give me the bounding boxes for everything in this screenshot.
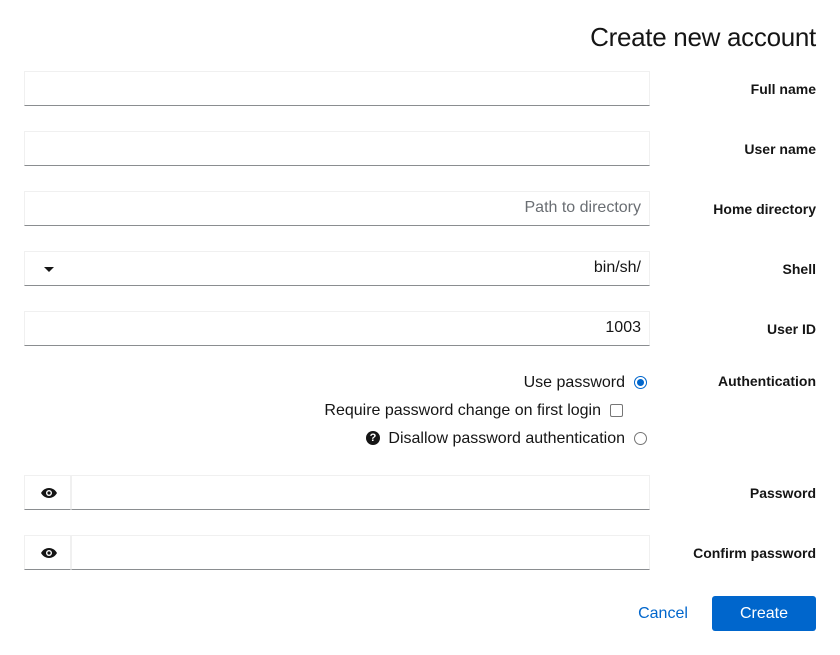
authentication-label: Authentication: [718, 373, 816, 389]
home-directory-placeholder: Path to directory: [524, 199, 642, 216]
full-name-label: Full name: [750, 81, 816, 97]
confirm-password-input[interactable]: [71, 535, 650, 570]
password-input[interactable]: [71, 475, 650, 510]
home-directory-input[interactable]: Path to directory: [24, 191, 650, 226]
user-id-input[interactable]: 1003: [24, 311, 650, 346]
use-password-radio[interactable]: [634, 376, 647, 389]
show-password-button[interactable]: [24, 475, 71, 510]
password-label: Password: [749, 485, 816, 501]
shell-label: Shell: [782, 261, 816, 277]
full-name-input[interactable]: [24, 71, 650, 106]
cancel-button[interactable]: Cancel: [626, 596, 700, 631]
disallow-password-radio[interactable]: [634, 432, 647, 445]
help-icon[interactable]: ?: [366, 431, 380, 445]
user-name-input[interactable]: [24, 131, 650, 166]
eye-icon: [41, 488, 57, 498]
eye-icon: [41, 548, 57, 558]
caret-down-icon: [44, 267, 54, 272]
shell-value: bin/sh/: [593, 259, 641, 276]
disallow-password-label[interactable]: Disallow password authentication: [388, 430, 625, 448]
shell-select[interactable]: bin/sh/: [24, 251, 650, 286]
use-password-label[interactable]: Use password: [524, 374, 625, 392]
dialog-title: Create new account: [590, 22, 816, 52]
user-id-value: 1003: [605, 319, 641, 336]
home-directory-label: Home directory: [713, 201, 816, 217]
password-group: [24, 475, 650, 510]
user-name-label: User name: [744, 141, 816, 157]
confirm-password-label: Confirm password: [693, 545, 816, 561]
confirm-password-group: [24, 535, 650, 570]
user-id-label: User ID: [766, 321, 816, 337]
require-change-label[interactable]: Require password change on first login: [324, 402, 601, 420]
require-change-checkbox[interactable]: [610, 404, 623, 417]
create-button[interactable]: Create: [712, 596, 816, 631]
show-confirm-password-button[interactable]: [24, 535, 71, 570]
